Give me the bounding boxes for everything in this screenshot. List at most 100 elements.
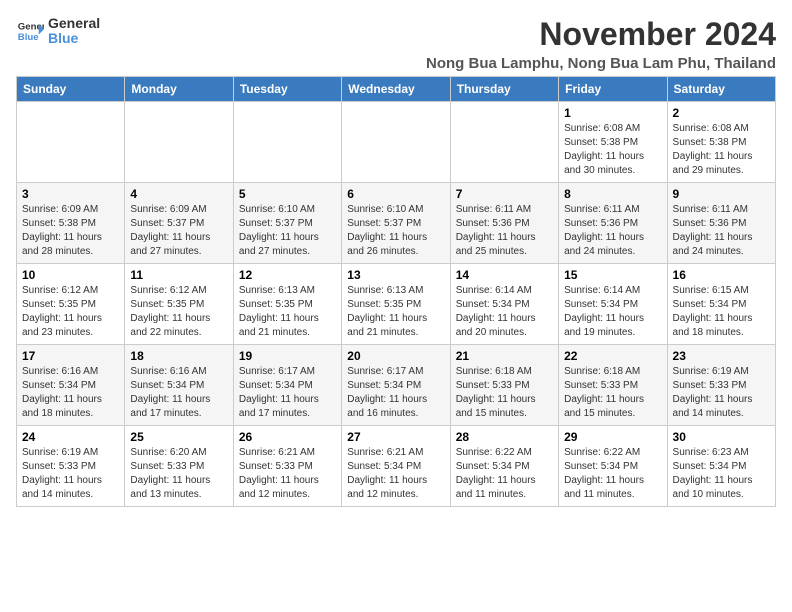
day-number: 16	[673, 268, 770, 282]
day-number: 20	[347, 349, 444, 363]
location-title: Nong Bua Lamphu, Nong Bua Lam Phu, Thail…	[426, 55, 776, 72]
calendar-cell: 10 Sunrise: 6:12 AM Sunset: 5:35 PM Dayli…	[17, 264, 125, 345]
calendar-cell: 22Sunrise: 6:18 AM Sunset: 5:33 PM Dayli…	[559, 345, 667, 426]
calendar-cell: 13 Sunrise: 6:13 AM Sunset: 5:35 PM Dayli…	[342, 264, 450, 345]
logo-general-text: General	[48, 16, 100, 31]
header: General Blue General Blue November 2024 …	[16, 16, 776, 72]
calendar-cell: 24 Sunrise: 6:19 AM Sunset: 5:33 PM Dayli…	[17, 426, 125, 507]
day-number: 24	[22, 430, 119, 444]
day-number: 8	[564, 187, 661, 201]
calendar-cell: 23 Sunrise: 6:19 AM Sunset: 5:33 PM Dayli…	[667, 345, 775, 426]
day-number: 6	[347, 187, 444, 201]
day-info: Sunrise: 6:21 AM Sunset: 5:34 PM Dayligh…	[347, 446, 444, 502]
day-info: Sunrise: 6:22 AM Sunset: 5:34 PM Dayligh…	[456, 446, 553, 502]
calendar-cell: 12 Sunrise: 6:13 AM Sunset: 5:35 PM Dayli…	[233, 264, 341, 345]
day-number: 12	[239, 268, 336, 282]
calendar-cell: 5 Sunrise: 6:10 AM Sunset: 5:37 PM Daylig…	[233, 183, 341, 264]
logo: General Blue General Blue	[16, 16, 100, 47]
day-info: Sunrise: 6:08 AM Sunset: 5:38 PM Dayligh…	[673, 122, 770, 178]
day-info: Sunrise: 6:17 AM Sunset: 5:34 PM Dayligh…	[239, 365, 336, 421]
calendar-cell: 3Sunrise: 6:09 AM Sunset: 5:38 PM Daylig…	[17, 183, 125, 264]
calendar-cell: 21Sunrise: 6:18 AM Sunset: 5:33 PM Dayli…	[450, 345, 558, 426]
day-number: 19	[239, 349, 336, 363]
calendar-cell: 7 Sunrise: 6:11 AM Sunset: 5:36 PM Daylig…	[450, 183, 558, 264]
day-info: Sunrise: 6:20 AM Sunset: 5:33 PM Dayligh…	[130, 446, 227, 502]
calendar-cell	[233, 102, 341, 183]
calendar-cell: 29Sunrise: 6:22 AM Sunset: 5:34 PM Dayli…	[559, 426, 667, 507]
day-info: Sunrise: 6:14 AM Sunset: 5:34 PM Dayligh…	[456, 284, 553, 340]
calendar-cell: 1Sunrise: 6:08 AM Sunset: 5:38 PM Daylig…	[559, 102, 667, 183]
calendar-cell: 15 Sunrise: 6:14 AM Sunset: 5:34 PM Dayli…	[559, 264, 667, 345]
day-number: 13	[347, 268, 444, 282]
calendar-cell: 6 Sunrise: 6:10 AM Sunset: 5:37 PM Daylig…	[342, 183, 450, 264]
calendar-cell: 8 Sunrise: 6:11 AM Sunset: 5:36 PM Daylig…	[559, 183, 667, 264]
day-number: 17	[22, 349, 119, 363]
calendar-cell: 18Sunrise: 6:16 AM Sunset: 5:34 PM Dayli…	[125, 345, 233, 426]
calendar-header-thursday: Thursday	[450, 77, 558, 102]
calendar-week-row: 17 Sunrise: 6:16 AM Sunset: 5:34 PM Dayli…	[17, 345, 776, 426]
day-number: 5	[239, 187, 336, 201]
day-info: Sunrise: 6:11 AM Sunset: 5:36 PM Dayligh…	[564, 203, 661, 259]
calendar-header-friday: Friday	[559, 77, 667, 102]
day-number: 15	[564, 268, 661, 282]
day-info: Sunrise: 6:13 AM Sunset: 5:35 PM Dayligh…	[347, 284, 444, 340]
day-number: 27	[347, 430, 444, 444]
day-info: Sunrise: 6:14 AM Sunset: 5:34 PM Dayligh…	[564, 284, 661, 340]
day-info: Sunrise: 6:17 AM Sunset: 5:34 PM Dayligh…	[347, 365, 444, 421]
calendar-header-monday: Monday	[125, 77, 233, 102]
day-info: Sunrise: 6:11 AM Sunset: 5:36 PM Dayligh…	[456, 203, 553, 259]
day-info: Sunrise: 6:11 AM Sunset: 5:36 PM Dayligh…	[673, 203, 770, 259]
calendar-cell: 27 Sunrise: 6:21 AM Sunset: 5:34 PM Dayli…	[342, 426, 450, 507]
calendar-cell: 30 Sunrise: 6:23 AM Sunset: 5:34 PM Dayli…	[667, 426, 775, 507]
svg-text:Blue: Blue	[18, 32, 39, 43]
calendar-header-sunday: Sunday	[17, 77, 125, 102]
calendar-cell: 28 Sunrise: 6:22 AM Sunset: 5:34 PM Dayli…	[450, 426, 558, 507]
day-number: 30	[673, 430, 770, 444]
day-info: Sunrise: 6:09 AM Sunset: 5:37 PM Dayligh…	[130, 203, 227, 259]
calendar-week-row: 24 Sunrise: 6:19 AM Sunset: 5:33 PM Dayli…	[17, 426, 776, 507]
day-info: Sunrise: 6:16 AM Sunset: 5:34 PM Dayligh…	[22, 365, 119, 421]
day-info: Sunrise: 6:19 AM Sunset: 5:33 PM Dayligh…	[673, 365, 770, 421]
day-number: 4	[130, 187, 227, 201]
day-number: 25	[130, 430, 227, 444]
calendar-cell	[17, 102, 125, 183]
day-info: Sunrise: 6:12 AM Sunset: 5:35 PM Dayligh…	[130, 284, 227, 340]
title-area: November 2024 Nong Bua Lamphu, Nong Bua …	[426, 16, 776, 72]
day-info: Sunrise: 6:19 AM Sunset: 5:33 PM Dayligh…	[22, 446, 119, 502]
day-number: 7	[456, 187, 553, 201]
day-info: Sunrise: 6:13 AM Sunset: 5:35 PM Dayligh…	[239, 284, 336, 340]
calendar-cell	[450, 102, 558, 183]
month-title: November 2024	[426, 16, 776, 53]
calendar-cell: 14 Sunrise: 6:14 AM Sunset: 5:34 PM Dayli…	[450, 264, 558, 345]
day-number: 29	[564, 430, 661, 444]
logo-icon: General Blue	[16, 17, 44, 45]
day-number: 10	[22, 268, 119, 282]
calendar-header-saturday: Saturday	[667, 77, 775, 102]
calendar-cell: 26Sunrise: 6:21 AM Sunset: 5:33 PM Dayli…	[233, 426, 341, 507]
day-number: 14	[456, 268, 553, 282]
day-info: Sunrise: 6:12 AM Sunset: 5:35 PM Dayligh…	[22, 284, 119, 340]
calendar: SundayMondayTuesdayWednesdayThursdayFrid…	[16, 76, 776, 507]
day-info: Sunrise: 6:23 AM Sunset: 5:34 PM Dayligh…	[673, 446, 770, 502]
calendar-cell: 16 Sunrise: 6:15 AM Sunset: 5:34 PM Dayli…	[667, 264, 775, 345]
calendar-cell: 25 Sunrise: 6:20 AM Sunset: 5:33 PM Dayli…	[125, 426, 233, 507]
day-info: Sunrise: 6:10 AM Sunset: 5:37 PM Dayligh…	[239, 203, 336, 259]
calendar-week-row: 3Sunrise: 6:09 AM Sunset: 5:38 PM Daylig…	[17, 183, 776, 264]
day-number: 23	[673, 349, 770, 363]
calendar-cell: 20 Sunrise: 6:17 AM Sunset: 5:34 PM Dayli…	[342, 345, 450, 426]
day-info: Sunrise: 6:10 AM Sunset: 5:37 PM Dayligh…	[347, 203, 444, 259]
calendar-header-wednesday: Wednesday	[342, 77, 450, 102]
calendar-header-tuesday: Tuesday	[233, 77, 341, 102]
calendar-cell	[342, 102, 450, 183]
day-number: 26	[239, 430, 336, 444]
calendar-cell: 19 Sunrise: 6:17 AM Sunset: 5:34 PM Dayli…	[233, 345, 341, 426]
day-number: 11	[130, 268, 227, 282]
day-number: 18	[130, 349, 227, 363]
day-info: Sunrise: 6:18 AM Sunset: 5:33 PM Dayligh…	[456, 365, 553, 421]
day-number: 1	[564, 106, 661, 120]
logo-blue-text: Blue	[48, 31, 100, 46]
day-number: 28	[456, 430, 553, 444]
calendar-cell: 2Sunrise: 6:08 AM Sunset: 5:38 PM Daylig…	[667, 102, 775, 183]
day-info: Sunrise: 6:15 AM Sunset: 5:34 PM Dayligh…	[673, 284, 770, 340]
calendar-header-row: SundayMondayTuesdayWednesdayThursdayFrid…	[17, 77, 776, 102]
